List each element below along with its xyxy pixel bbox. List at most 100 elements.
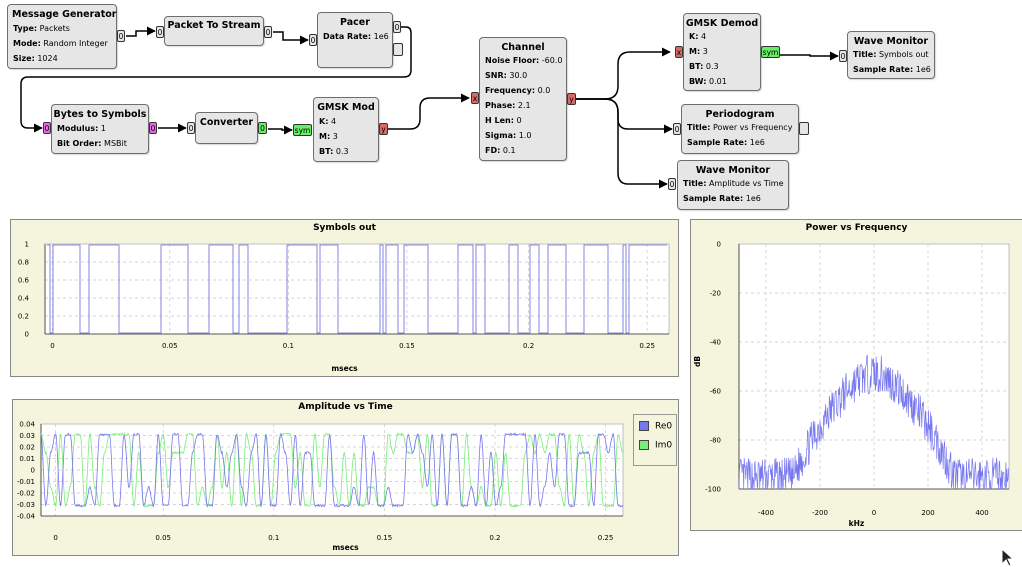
y-tick-label: 1 bbox=[25, 241, 29, 249]
y-tick-label: 0.01 bbox=[19, 455, 35, 463]
block-param: BT: 0.3 bbox=[319, 147, 349, 156]
output-port[interactable]: sym bbox=[761, 46, 780, 58]
gmsk-demod-block[interactable]: GMSK Demod K: 4 M: 3 BT: 0.3 BW: 0.01 bbox=[683, 13, 761, 91]
y-tick-label: -0.03 bbox=[17, 501, 35, 509]
block-param: Title: Symbols out bbox=[853, 50, 929, 59]
y-tick-label: 0 bbox=[25, 331, 29, 339]
pacer-block[interactable]: Pacer Data Rate: 1e6 bbox=[317, 12, 393, 68]
message-port[interactable] bbox=[799, 122, 809, 135]
block-param: Sigma: 1.0 bbox=[485, 131, 532, 140]
packet-to-stream-block[interactable]: Packet To Stream bbox=[164, 16, 264, 46]
y-tick-label: -60 bbox=[710, 388, 721, 396]
input-port[interactable]: 0 bbox=[839, 50, 847, 62]
block-param: Sample Rate: 1e6 bbox=[853, 65, 931, 74]
y-tick-label: -0.02 bbox=[17, 490, 35, 498]
input-port[interactable]: 0 bbox=[156, 26, 164, 38]
x-tick-label: -200 bbox=[812, 509, 828, 517]
output-port[interactable]: y bbox=[379, 123, 388, 135]
y-tick-label: -0.04 bbox=[17, 513, 36, 521]
input-port[interactable]: 0 bbox=[668, 178, 676, 190]
x-tick-label: 0.1 bbox=[268, 534, 279, 542]
message-generator-block[interactable]: Message Generator Type: Packets Mode: Ra… bbox=[7, 4, 117, 69]
y-tick-label: -0.01 bbox=[17, 478, 35, 486]
output-port[interactable]: 0 bbox=[393, 21, 401, 33]
y-tick-label: -20 bbox=[710, 290, 721, 298]
bytes-to-symbols-block[interactable]: Bytes to Symbols Modulus: 1 Bit Order: M… bbox=[51, 104, 149, 154]
symbols-out-plot[interactable]: Symbols out 0 0.05 0.1 0.15 0.2 0.25 1 0.8 0.6 0.… bbox=[10, 219, 679, 377]
block-param: Modulus: 1 bbox=[57, 124, 106, 133]
x-tick-label: 0.2 bbox=[523, 342, 534, 350]
channel-block[interactable]: Channel Noise Floor: -60.0 SNR: 30.0 Fre… bbox=[479, 37, 567, 161]
wave-monitor-symbols-block[interactable]: Wave Monitor Title: Symbols out Sample R… bbox=[847, 31, 935, 79]
wave-monitor-amplitude-block[interactable]: Wave Monitor Title: Amplitude vs Time Sa… bbox=[677, 160, 789, 210]
legend-swatch bbox=[639, 439, 649, 450]
converter-block[interactable]: Converter bbox=[195, 112, 258, 144]
block-title: Wave Monitor bbox=[695, 165, 771, 176]
input-port[interactable]: x bbox=[471, 92, 479, 104]
plot-area bbox=[44, 243, 670, 335]
block-param: M: 3 bbox=[689, 47, 708, 56]
input-port[interactable]: x bbox=[675, 46, 683, 58]
block-param: Bit Order: MSBit bbox=[57, 139, 127, 148]
output-port[interactable]: 0 bbox=[264, 26, 272, 38]
y-tick-label: 0.04 bbox=[19, 421, 35, 429]
y-tick-label: -80 bbox=[710, 437, 721, 445]
x-axis-label: kHz bbox=[848, 519, 865, 528]
output-port[interactable]: 0 bbox=[117, 30, 125, 42]
input-port[interactable]: 0 bbox=[309, 34, 317, 46]
psd-plot-canvas[interactable]: -400 -200 0 200 400 0 -20 -40 -60 -80 -100 bbox=[691, 220, 1022, 530]
input-port[interactable]: 0 bbox=[43, 122, 51, 134]
legend-item-re0[interactable]: Re0 bbox=[639, 421, 676, 432]
legend-swatch bbox=[639, 421, 649, 431]
amplitude-plot-canvas[interactable]: 0 0.05 0.1 0.15 0.2 0.25 0.04 0.03 0.02 0.01 0 -0.0… bbox=[13, 400, 678, 555]
y-tick-label: 0.6 bbox=[18, 277, 30, 285]
output-port[interactable]: 0 bbox=[258, 122, 267, 134]
x-tick-label: -400 bbox=[758, 509, 774, 517]
x-axis-label: msecs bbox=[332, 543, 359, 552]
y-tick-label: 0.2 bbox=[18, 313, 29, 321]
block-param: Phase: 2.1 bbox=[485, 101, 531, 110]
block-title: Packet To Stream bbox=[167, 20, 261, 31]
input-port[interactable]: 0 bbox=[187, 122, 195, 134]
block-param: SNR: 30.0 bbox=[485, 71, 528, 80]
mouse-cursor-icon bbox=[1001, 548, 1015, 567]
legend-item-im0[interactable]: Im0 bbox=[639, 439, 676, 450]
periodogram-block[interactable]: Periodogram Title: Power vs Frequency Sa… bbox=[681, 104, 799, 154]
y-tick-label: 0.02 bbox=[19, 444, 35, 452]
block-param: H Len: 0 bbox=[485, 116, 522, 125]
block-param: Data Rate: 1e6 bbox=[323, 32, 389, 41]
x-tick-label: 0 bbox=[53, 534, 57, 542]
block-param: K: 4 bbox=[689, 32, 707, 41]
block-param: Title: Amplitude vs Time bbox=[683, 179, 784, 188]
message-port[interactable] bbox=[393, 43, 403, 56]
block-param: Frequency: 0.0 bbox=[485, 86, 551, 95]
x-tick-label: 0.15 bbox=[377, 534, 393, 542]
block-param: FD: 0.1 bbox=[485, 146, 516, 155]
x-tick-label: 0.1 bbox=[283, 342, 294, 350]
block-title: GMSK Demod bbox=[685, 18, 759, 29]
x-tick-label: 200 bbox=[921, 509, 934, 517]
x-axis-label: msecs bbox=[331, 364, 358, 373]
block-title: Message Generator bbox=[12, 9, 117, 20]
x-tick-label: 0.05 bbox=[155, 534, 171, 542]
symbols-plot-canvas[interactable]: 0 0.05 0.1 0.15 0.2 0.25 1 0.8 0.6 0.4 0.2 0 bbox=[11, 220, 678, 376]
block-title: Converter bbox=[199, 117, 254, 128]
y-tick-label: -100 bbox=[705, 486, 721, 494]
output-port[interactable]: 0 bbox=[149, 122, 157, 134]
input-port[interactable]: 0 bbox=[673, 123, 681, 135]
block-param: Size: 1024 bbox=[13, 54, 58, 63]
block-title: GMSK Mod bbox=[317, 102, 375, 113]
input-port[interactable]: sym bbox=[293, 124, 312, 136]
block-param: BW: 0.01 bbox=[689, 77, 727, 86]
block-param: BT: 0.3 bbox=[689, 62, 719, 71]
x-tick-label: 0.25 bbox=[639, 342, 655, 350]
gmsk-mod-block[interactable]: GMSK Mod K: 4 M: 3 BT: 0.3 bbox=[313, 97, 379, 162]
power-vs-frequency-plot[interactable]: Power vs Frequency -400 -200 0 200 400 0 -20 -4… bbox=[690, 219, 1022, 531]
y-tick-label: 0 bbox=[717, 241, 721, 249]
block-title: Periodogram bbox=[705, 109, 775, 120]
amplitude-vs-time-plot[interactable]: Amplitude vs Time 0 0.05 0.1 0.15 0.2 0.25 0.0… bbox=[12, 399, 679, 556]
y-tick-label: 0.8 bbox=[18, 259, 29, 267]
block-title: Pacer bbox=[340, 17, 370, 28]
x-tick-label: 0.25 bbox=[598, 534, 614, 542]
output-port[interactable]: y bbox=[567, 93, 576, 105]
